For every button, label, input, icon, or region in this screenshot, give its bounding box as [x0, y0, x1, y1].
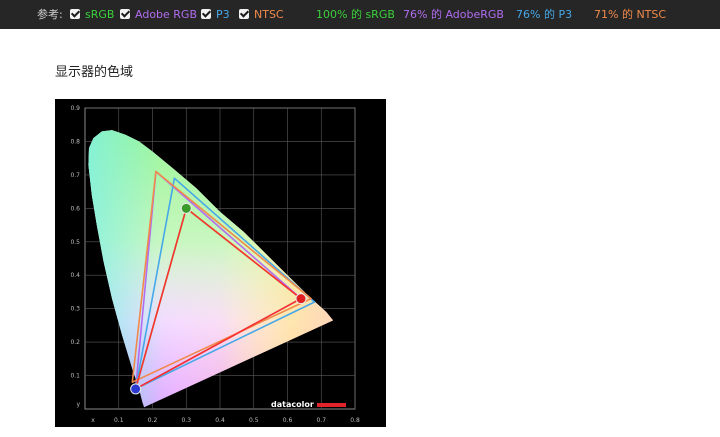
- y-tick-label: 0.9: [70, 105, 80, 112]
- x-tick-label: 0.7: [316, 417, 326, 424]
- x-tick-label: 0.6: [283, 417, 293, 424]
- toggle-ntsc[interactable]: NTSC: [239, 0, 284, 29]
- datacolor-logo: datacolor: [271, 400, 314, 409]
- checkbox-p3-icon[interactable]: [201, 9, 211, 19]
- x-tick-label: 0.3: [181, 417, 191, 424]
- coverage-ntsc: 71% 的 NTSC: [594, 8, 667, 21]
- primary-marker: [295, 293, 307, 305]
- toggle-ntsc-label: NTSC: [254, 8, 284, 21]
- y-tick-label: 0.4: [70, 272, 80, 279]
- y-tick-label: 0.8: [70, 138, 80, 145]
- x-tick-label: 0.5: [249, 417, 259, 424]
- reference-label: 参考:: [37, 8, 63, 21]
- toggle-adobe-rgb-label: Adobe RGB: [135, 8, 198, 21]
- primary-marker: [130, 383, 142, 395]
- primary-marker: [180, 202, 192, 214]
- cie-gamut-chart: 0.1 0.2 0.3 0.4 0.5 0.6 0.7 0.8 0.1 0.2 0.3 0.4 0.5 0…: [55, 99, 386, 427]
- y-tick-label: 0.6: [70, 205, 80, 212]
- toggle-srgb[interactable]: sRGB: [70, 0, 114, 29]
- toggle-adobe-rgb[interactable]: Adobe RGB: [120, 0, 197, 29]
- x-tick-label: 0.8: [350, 417, 360, 424]
- datacolor-logo-bar: [317, 403, 346, 407]
- y-tick-label: 0.7: [70, 172, 80, 179]
- y-tick-label: 0.3: [70, 306, 80, 313]
- section-title: 显示器的色域: [55, 65, 134, 80]
- x-tick-label: 0.1: [114, 417, 124, 424]
- checkbox-adobe-rgb-icon[interactable]: [120, 9, 130, 19]
- y-tick-label: 0.2: [70, 339, 80, 346]
- x-axis-label: x: [91, 417, 95, 424]
- toggle-p3[interactable]: P3: [201, 0, 230, 29]
- coverage-adobe-rgb: 76% 的 AdobeRGB: [403, 8, 504, 21]
- y-axis-label: y: [76, 401, 80, 408]
- coverage-p3: 76% 的 P3: [516, 8, 573, 21]
- x-tick-label: 0.4: [215, 417, 225, 424]
- gamut-toolbar: 参考: sRGB Adobe RGB P3 NTSC 100% 的 sRGB 7…: [0, 0, 720, 29]
- toggle-srgb-label: sRGB: [85, 8, 115, 21]
- y-tick-label: 0.1: [70, 373, 80, 380]
- coverage-srgb: 100% 的 sRGB: [316, 8, 395, 21]
- toggle-p3-label: P3: [216, 8, 230, 21]
- checkbox-ntsc-icon[interactable]: [239, 9, 249, 19]
- y-tick-label: 0.5: [70, 239, 80, 246]
- checkbox-srgb-icon[interactable]: [70, 9, 80, 19]
- gamut-plot-svg: 0.1 0.2 0.3 0.4 0.5 0.6 0.7 0.8 0.1 0.2 0.3 0.4 0.5 0…: [70, 105, 360, 424]
- x-tick-label: 0.2: [148, 417, 158, 424]
